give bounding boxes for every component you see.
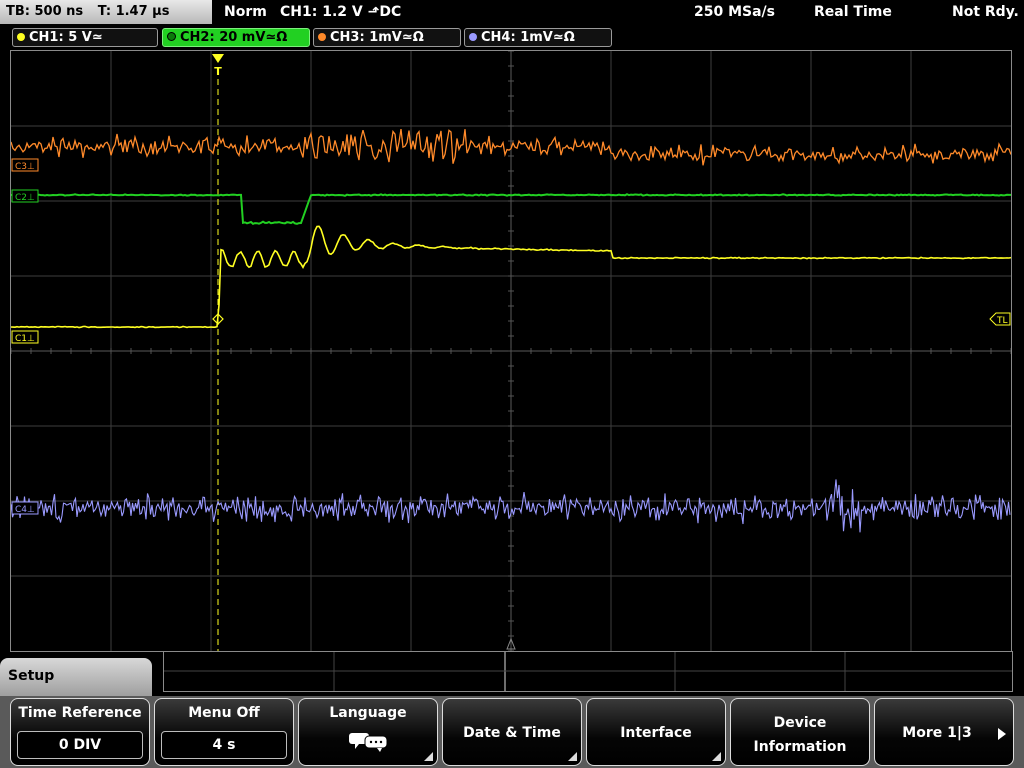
ch3-marker-label: C3⊥ [15,162,35,172]
device-line2: Information [753,739,847,755]
device-line1: Device [773,715,827,731]
channel-tab-ch4[interactable]: CH4: 1mV≃Ω [464,28,612,47]
channel-tab-label: CH3: 1mV≃Ω [330,30,424,45]
timebase-readout: TB: 500 ns [6,4,84,19]
language-label: Language [329,705,407,721]
device-information-button[interactable]: Device Information [730,698,870,766]
trigger-level-label: TL [996,316,1008,326]
menu-off-label: Menu Off [188,705,260,721]
ch2-offset-marker[interactable]: C2⊥ [11,189,39,203]
time-reference-button[interactable]: Time Reference 0 DIV [10,698,150,766]
waveform-display[interactable]: T C3⊥ C2⊥ C1⊥ C4⊥ TL [10,50,1012,652]
graticule [11,51,1011,651]
sample-rate: 250 MSa/s [694,4,776,20]
channel-tab-ch2[interactable]: CH2: 20 mV≃Ω [162,28,310,47]
menu-title: Setup [8,668,55,684]
ch2-marker-label: C2⊥ [15,193,35,203]
date-time-label: Date & Time [463,725,561,741]
ch4-marker-label: C4⊥ [15,505,35,515]
timebase-box[interactable]: TB: 500 ns T: 1.47 µs [0,0,212,24]
acquisition-mode: Real Time [814,4,892,20]
trigger-source[interactable]: CH1: 1.2 V ⬏DC [280,0,401,24]
menu-off-value: 4 s [161,731,287,759]
time-reference-value: 0 DIV [17,731,143,759]
speech-bubbles-icon [349,733,388,752]
time-reference-label: Time Reference [18,705,142,721]
trigger-position-readout: T: 1.47 µs [97,4,170,19]
ch3-offset-marker[interactable]: C3⊥ [11,158,39,172]
date-time-button[interactable]: Date & Time [442,698,582,766]
zoom-overview-area [163,651,1013,692]
ch4-dot-icon [469,33,477,41]
channel-tab-label: CH4: 1mV≃Ω [481,30,575,45]
device-information-label: Device Information [731,711,869,759]
channel-tab-ch1[interactable]: CH1: 5 V≃ [12,28,158,47]
ch1-offset-marker[interactable]: C1⊥ [11,330,39,344]
ch1-dot-icon [17,33,25,41]
trigger-marker-label: T [214,65,222,78]
submenu-indicator-icon [568,752,577,761]
menu-off-button[interactable]: Menu Off 4 s [154,698,294,766]
trigger-mode[interactable]: Norm [224,0,267,24]
more-label: More 1|3 [902,725,972,741]
ch4-offset-marker[interactable]: C4⊥ [11,501,39,515]
channel-tab-label: CH1: 5 V≃ [29,30,103,45]
waveform-plot: T C3⊥ C2⊥ C1⊥ C4⊥ TL [11,51,1011,651]
language-button[interactable]: Language [298,698,438,766]
channel-tab-ch3[interactable]: CH3: 1mV≃Ω [313,28,461,47]
acquisition-status: Not Rdy. [952,4,1019,20]
ch1-marker-label: C1⊥ [15,334,35,344]
channel-tab-label: CH2: 20 mV≃Ω [180,30,288,45]
more-button[interactable]: More 1|3 [874,698,1014,766]
trigger-level-marker[interactable]: TL [989,312,1011,326]
interface-label: Interface [620,725,692,741]
ch3-dot-icon [318,33,326,41]
menu-title-tab: Setup [0,658,152,698]
status-bar: TB: 500 ns T: 1.47 µs Norm CH1: 1.2 V ⬏D… [0,0,1024,24]
trigger-position-icon[interactable]: T [212,54,224,78]
submenu-indicator-icon [712,752,721,761]
arrow-right-icon [998,728,1006,740]
submenu-indicator-icon [424,752,433,761]
ch2-dot-icon [167,32,176,41]
interface-button[interactable]: Interface [586,698,726,766]
